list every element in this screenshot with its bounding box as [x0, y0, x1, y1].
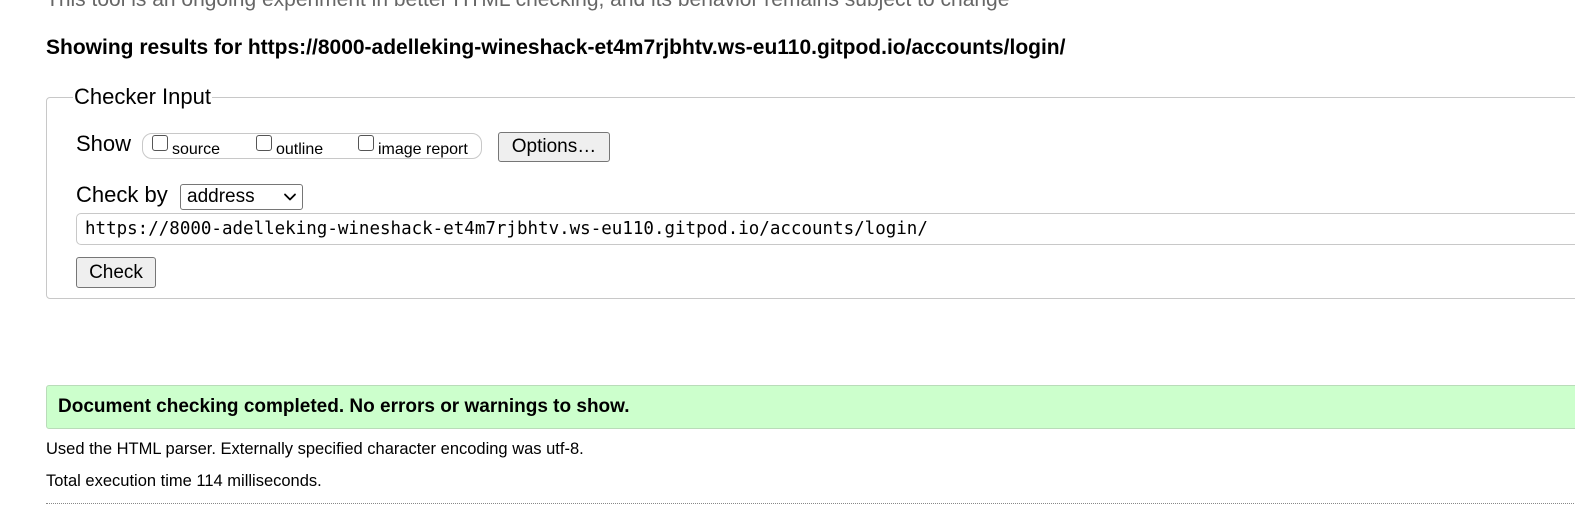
check-button[interactable]: Check [76, 257, 156, 288]
check-by-label: Check by [76, 182, 168, 207]
show-image-report-label: image report [378, 141, 468, 158]
show-outline-label: outline [276, 141, 324, 158]
checkbox-icon[interactable] [152, 135, 168, 151]
check-by-select[interactable]: address [180, 184, 303, 210]
execution-time: Total execution time 114 milliseconds. [46, 472, 322, 490]
show-label: Show [76, 131, 132, 156]
checkbox-icon[interactable] [358, 135, 374, 151]
success-message: Document checking completed. No errors o… [46, 385, 1575, 429]
show-source-checkbox[interactable]: source [152, 135, 220, 158]
parser-info: Used the HTML parser. Externally specifi… [46, 440, 584, 458]
validator-page: This tool is an ongoing experiment in be… [0, 0, 1575, 508]
show-outline-checkbox[interactable]: outline [256, 135, 323, 158]
experiment-notice: This tool is an ongoing experiment in be… [46, 0, 1009, 12]
checker-input-legend: Checker Input [74, 84, 211, 109]
url-input[interactable]: https://8000-adelleking-wineshack-et4m7r… [76, 213, 1575, 245]
options-button[interactable]: Options… [498, 132, 610, 162]
results-heading: Showing results for https://8000-adellek… [46, 36, 1066, 59]
check-by-selected-value: address [187, 186, 255, 207]
divider [46, 503, 1575, 504]
checkbox-icon[interactable] [256, 135, 272, 151]
show-image-report-checkbox[interactable]: image report [358, 135, 468, 158]
show-source-label: source [172, 141, 221, 158]
chevron-down-icon [284, 193, 296, 201]
